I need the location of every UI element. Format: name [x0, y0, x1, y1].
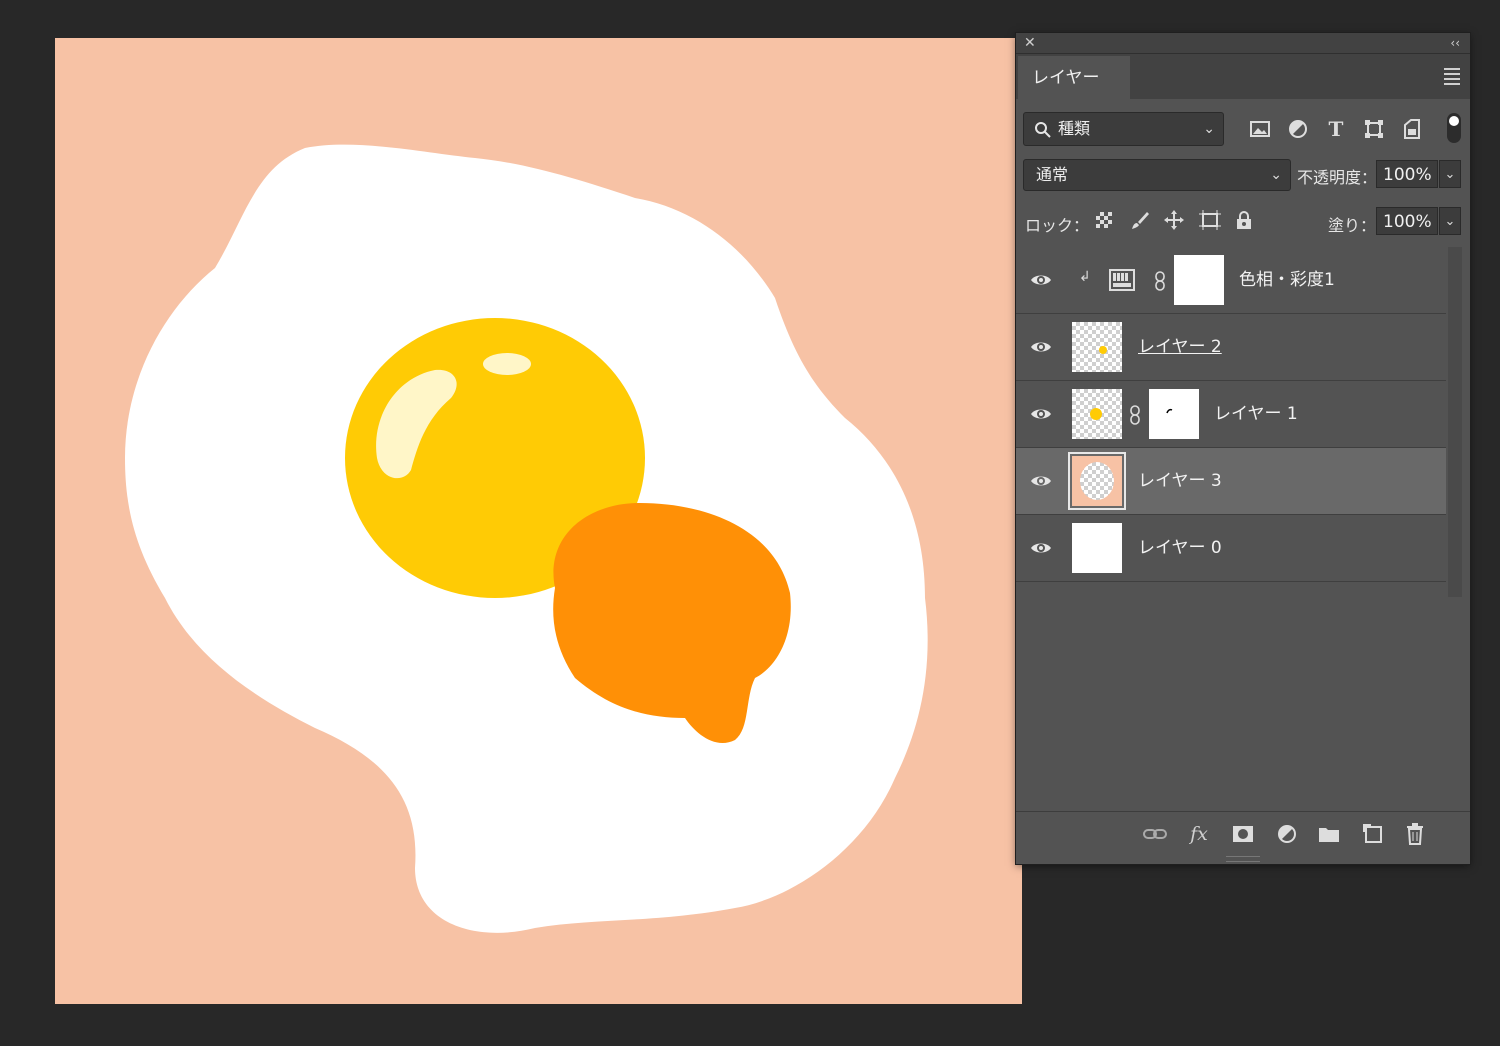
- lock-position-icon[interactable]: [1162, 208, 1186, 232]
- layer-name[interactable]: レイヤー 0: [1138, 515, 1222, 581]
- opacity-field[interactable]: 100%: [1376, 160, 1438, 188]
- layer-name[interactable]: レイヤー 2: [1138, 314, 1222, 380]
- shape-filter-icon[interactable]: [1362, 117, 1386, 141]
- panel-menu-icon[interactable]: [1444, 68, 1460, 88]
- layer-thumbnail[interactable]: [1072, 523, 1122, 573]
- layer-row-layer-1[interactable]: レイヤー 1: [1016, 381, 1446, 448]
- blend-mode-select[interactable]: 通常 ⌄: [1023, 159, 1291, 191]
- hue-saturation-adjustment-icon: [1109, 269, 1135, 291]
- lock-transparent-pixels-icon[interactable]: [1092, 208, 1116, 232]
- chain-link-icon[interactable]: [1154, 271, 1166, 291]
- layer-row-hue-saturation[interactable]: ↲ 色相・彩度1: [1016, 247, 1446, 314]
- eye-icon[interactable]: [1030, 470, 1052, 492]
- layer-row-layer-2[interactable]: レイヤー 2: [1016, 314, 1446, 381]
- blend-mode-label: 通常: [1036, 165, 1069, 184]
- opacity-dropdown[interactable]: ⌄: [1439, 160, 1461, 188]
- layer-mask-thumbnail[interactable]: [1149, 389, 1199, 439]
- layer-row-layer-0[interactable]: レイヤー 0: [1016, 515, 1446, 582]
- yolk-highlight-small: [483, 353, 531, 375]
- adjustment-filter-icon[interactable]: [1286, 117, 1310, 141]
- lock-artboard-icon[interactable]: [1198, 208, 1222, 232]
- layer-name[interactable]: レイヤー 3: [1138, 448, 1222, 514]
- layer-thumbnail[interactable]: [1072, 322, 1122, 372]
- new-adjustment-icon[interactable]: [1274, 822, 1300, 846]
- chain-link-icon[interactable]: [1129, 405, 1141, 425]
- eye-icon[interactable]: [1030, 336, 1052, 358]
- fill-dropdown[interactable]: ⌄: [1439, 207, 1461, 235]
- panel-tab-bar: レイヤー: [1016, 54, 1470, 100]
- panel-bottom-toolbar: fx: [1016, 811, 1470, 856]
- add-mask-icon[interactable]: [1230, 822, 1256, 846]
- filter-toggle[interactable]: [1447, 113, 1461, 143]
- fried-egg-artwork: [55, 38, 1022, 1004]
- layer-thumbnail[interactable]: [1072, 389, 1122, 439]
- collapse-icon[interactable]: ‹‹: [1450, 35, 1460, 51]
- fx-icon[interactable]: fx: [1186, 822, 1212, 846]
- document-canvas[interactable]: [55, 38, 1022, 1004]
- image-filter-icon[interactable]: [1248, 117, 1272, 141]
- layer-mask-thumbnail[interactable]: [1174, 255, 1224, 305]
- link-layers-icon[interactable]: [1142, 822, 1168, 846]
- chevron-down-icon: ⌄: [1203, 121, 1215, 137]
- filter-kind-label: 種類: [1058, 119, 1091, 138]
- chevron-down-icon: ⌄: [1270, 167, 1282, 183]
- eye-icon[interactable]: [1030, 403, 1052, 425]
- eye-icon[interactable]: [1030, 269, 1052, 291]
- type-filter-icon[interactable]: T: [1324, 117, 1348, 141]
- lock-all-icon[interactable]: [1232, 208, 1256, 232]
- eye-icon[interactable]: [1030, 537, 1052, 559]
- panel-resize-grip[interactable]: [1226, 856, 1260, 862]
- lock-label: ロック：: [1025, 216, 1090, 235]
- lock-image-pixels-icon[interactable]: [1128, 208, 1152, 232]
- new-layer-icon[interactable]: [1360, 822, 1386, 846]
- close-icon[interactable]: ✕: [1024, 35, 1036, 51]
- search-icon: [1034, 113, 1052, 156]
- clipping-arrow-icon: ↲: [1079, 269, 1091, 285]
- trash-icon[interactable]: [1402, 822, 1428, 846]
- layer-list-scrollbar[interactable]: [1448, 247, 1462, 597]
- smart-object-filter-icon[interactable]: [1400, 117, 1424, 141]
- opacity-label: 不透明度：: [1297, 168, 1378, 187]
- layer-name[interactable]: レイヤー 1: [1214, 381, 1298, 447]
- tab-layers[interactable]: レイヤー: [1018, 56, 1130, 100]
- filter-kind-select[interactable]: 種類 ⌄: [1023, 112, 1224, 146]
- new-group-icon[interactable]: [1316, 822, 1342, 846]
- fill-label: 塗り：: [1328, 216, 1377, 235]
- layers-panel: ✕ ‹‹ レイヤー 種類 ⌄ T 通常 ⌄ 不透明度： 100% ⌄ ロック：: [1016, 33, 1470, 864]
- layer-name[interactable]: 色相・彩度1: [1239, 247, 1335, 313]
- layer-thumbnail[interactable]: [1068, 452, 1126, 510]
- fill-field[interactable]: 100%: [1376, 207, 1438, 235]
- panel-title-bar[interactable]: ✕ ‹‹: [1016, 33, 1470, 54]
- layer-row-layer-3[interactable]: レイヤー 3: [1016, 448, 1446, 515]
